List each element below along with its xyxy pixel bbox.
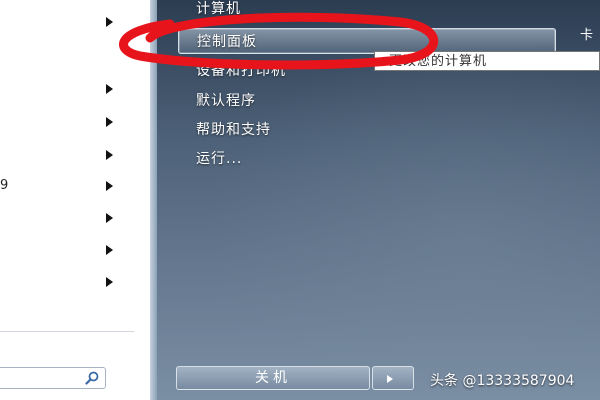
- pane-separator: [150, 0, 157, 400]
- search-input[interactable]: [0, 367, 106, 389]
- search-icon[interactable]: [85, 371, 99, 385]
- partial-label: 卡: [580, 28, 594, 43]
- divider: [0, 331, 134, 332]
- submenu-arrow-icon[interactable]: [106, 117, 113, 127]
- submenu-arrow-icon[interactable]: [106, 181, 113, 191]
- chevron-right-icon: [387, 375, 393, 383]
- menu-item-help-support[interactable]: 帮助和支持: [196, 117, 271, 143]
- watermark: 头条 @13333587904: [430, 373, 575, 389]
- menu-item-run[interactable]: 运行...: [196, 146, 242, 172]
- submenu-arrow-icon[interactable]: [106, 150, 113, 160]
- menu-item-default-programs[interactable]: 默认程序: [196, 88, 256, 114]
- tooltip: 更改您的计算机: [374, 51, 600, 71]
- program-list-pane: 9: [0, 0, 150, 400]
- program-item-label[interactable]: 9: [0, 178, 8, 193]
- submenu-arrow-icon[interactable]: [106, 84, 113, 94]
- submenu-arrow-icon[interactable]: [106, 17, 113, 27]
- menu-item-devices-printers[interactable]: 设备和打印机: [196, 58, 286, 84]
- menu-item-computer[interactable]: 计算机: [196, 0, 241, 22]
- submenu-arrow-icon[interactable]: [106, 245, 113, 255]
- shutdown-options-button[interactable]: [372, 366, 414, 390]
- submenu-arrow-icon[interactable]: [106, 213, 113, 223]
- submenu-arrow-icon[interactable]: [106, 277, 113, 287]
- shutdown-button[interactable]: 关机: [176, 366, 370, 390]
